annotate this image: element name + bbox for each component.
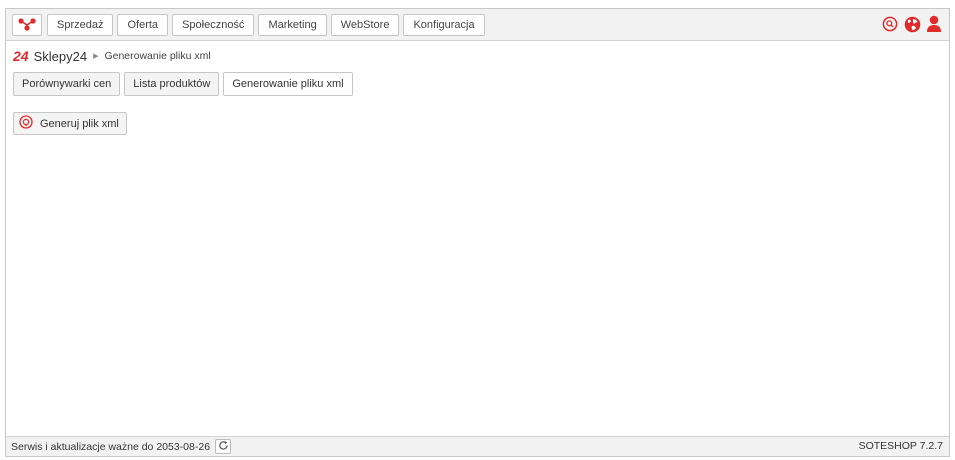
app-logo-icon xyxy=(18,17,36,34)
search-icon[interactable] xyxy=(881,15,899,33)
generate-xml-button[interactable]: Generuj plik xml xyxy=(13,112,127,135)
menu-sprzedaz[interactable]: Sprzedaż xyxy=(47,14,114,36)
service-validity-text: Serwis i aktualizacje ważne do 2053-08-2… xyxy=(11,440,211,453)
home-logo-button[interactable] xyxy=(12,14,42,36)
menu-marketing[interactable]: Marketing xyxy=(258,14,327,36)
tab-porownywarki-cen[interactable]: Porównywarki cen xyxy=(13,72,121,96)
breadcrumb-arrow-icon: ▶ xyxy=(93,53,99,60)
refresh-button[interactable] xyxy=(215,439,232,454)
version-label: SOTESHOP 7.2.7 xyxy=(858,440,943,452)
sklepy24-logo: 24 xyxy=(13,48,29,64)
sub-tabs: Porównywarki cen Lista produktów Generow… xyxy=(13,72,353,96)
status-bar: Serwis i aktualizacje ważne do 2053-08-2… xyxy=(6,436,949,456)
refresh-icon xyxy=(218,440,229,454)
breadcrumb: 24 Sklepy24 ▶ Generowanie pliku xml xyxy=(13,48,211,64)
main-menu: Sprzedaż Oferta Społeczność Marketing We… xyxy=(47,14,485,36)
menu-spolecznosc[interactable]: Społeczność xyxy=(172,14,255,36)
breadcrumb-current: Generowanie pliku xml xyxy=(104,50,211,62)
globe-icon[interactable] xyxy=(903,15,921,33)
menu-konfiguracja[interactable]: Konfiguracja xyxy=(403,14,485,36)
menu-oferta[interactable]: Oferta xyxy=(117,14,169,36)
top-navigation-bar: Sprzedaż Oferta Społeczność Marketing We… xyxy=(6,9,949,41)
user-icon[interactable] xyxy=(925,15,943,33)
menu-webstore[interactable]: WebStore xyxy=(330,14,400,36)
generate-icon xyxy=(19,115,33,132)
top-icons xyxy=(881,15,943,33)
tab-generowanie-pliku-xml[interactable]: Generowanie pliku xml xyxy=(223,72,353,96)
generate-xml-label: Generuj plik xml xyxy=(40,117,119,130)
tab-lista-produktow[interactable]: Lista produktów xyxy=(124,72,220,96)
app-frame: Sprzedaż Oferta Społeczność Marketing We… xyxy=(5,8,950,457)
breadcrumb-home-link[interactable]: Sklepy24 xyxy=(34,49,87,64)
